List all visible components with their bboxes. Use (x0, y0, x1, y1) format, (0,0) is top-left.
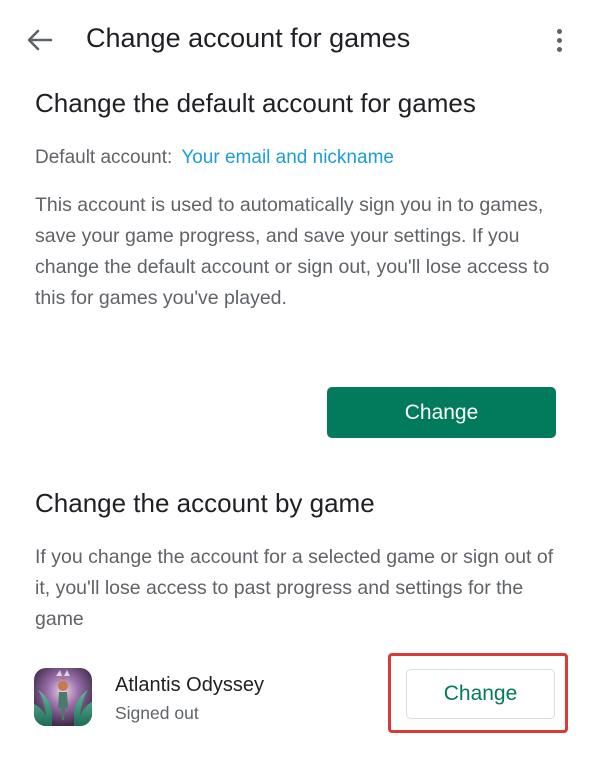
more-vert-icon (556, 28, 562, 34)
default-account-label: Default account: (35, 147, 173, 168)
default-account-description: This account is used to automatically si… (35, 194, 550, 309)
change-game-account-button[interactable]: Change (406, 669, 555, 719)
game-sign-in-status: Signed out (115, 703, 199, 723)
account-by-game-section-title: Change the account by game (35, 488, 375, 518)
app-bar: Change account for games (0, 0, 591, 80)
more-options-button[interactable] (546, 24, 572, 56)
change-default-account-button[interactable]: Change (327, 387, 556, 438)
page-title: Change account for games (86, 23, 411, 53)
game-list-item: Atlantis Odyssey Signed out Change (0, 650, 591, 750)
default-account-section-title: Change the default account for games (35, 88, 476, 118)
arrow-left-icon (27, 29, 53, 51)
game-name: Atlantis Odyssey (115, 674, 264, 696)
back-button[interactable] (22, 24, 58, 56)
default-account-row: Default account: Your email and nickname (35, 145, 394, 171)
default-account-value: Your email and nickname (181, 147, 394, 168)
more-vert-icon-dot (556, 46, 562, 52)
account-by-game-description: If you change the account for a selected… (35, 546, 554, 630)
more-vert-icon-dot (556, 37, 562, 43)
game-icon (34, 668, 92, 726)
